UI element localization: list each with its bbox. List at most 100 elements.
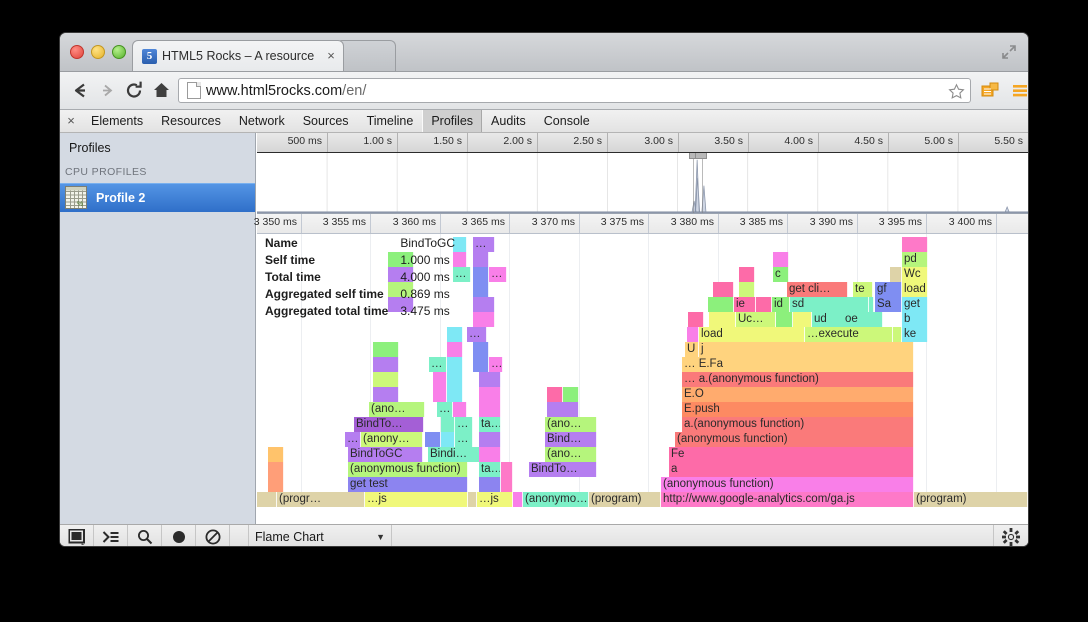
flame-bar-unlabeled[interactable] xyxy=(473,342,489,357)
flame-bar[interactable]: get xyxy=(902,297,928,312)
flame-bar[interactable]: BindTo… xyxy=(529,462,597,477)
flame-chart[interactable]: (progr……js…js(anonymo…(program)http://ww… xyxy=(257,234,1028,507)
flame-bar-unlabeled[interactable] xyxy=(845,297,869,312)
reload-icon[interactable] xyxy=(122,78,147,103)
flame-bar[interactable]: oe xyxy=(843,312,883,327)
extension-icon[interactable] xyxy=(978,78,1002,103)
flame-bar-unlabeled[interactable] xyxy=(373,357,399,372)
bookmark-star-icon[interactable] xyxy=(948,83,965,100)
flame-bar[interactable]: … xyxy=(455,432,473,447)
flame-bar-unlabeled[interactable] xyxy=(756,297,772,312)
flame-bar-unlabeled[interactable] xyxy=(739,282,755,297)
flame-bar[interactable]: … xyxy=(437,402,453,417)
flame-bar[interactable]: http://www.google-analytics.com/ga.js xyxy=(661,492,914,507)
flame-bar[interactable]: … xyxy=(455,417,473,432)
search-icon[interactable] xyxy=(128,525,162,546)
hamburger-menu-icon[interactable] xyxy=(1008,78,1028,103)
flame-bar[interactable]: (anonymous function) xyxy=(675,432,914,447)
flame-bar-unlabeled[interactable] xyxy=(793,312,812,327)
flame-bar-unlabeled[interactable] xyxy=(447,372,463,387)
flame-bar[interactable]: (progr… xyxy=(277,492,365,507)
flame-bar[interactable]: get test xyxy=(348,477,468,492)
flame-bar-unlabeled[interactable] xyxy=(547,387,563,402)
maximize-icon[interactable] xyxy=(1000,43,1018,61)
flame-bar[interactable]: Fe xyxy=(669,447,914,462)
tab-timeline[interactable]: Timeline xyxy=(358,110,423,132)
flame-bar[interactable]: … xyxy=(489,357,503,372)
flame-bar[interactable]: … a.(anonymous function) xyxy=(682,372,914,387)
dock-to-side-icon[interactable] xyxy=(60,525,94,546)
flame-bar-unlabeled[interactable] xyxy=(687,327,699,342)
flame-bar[interactable]: c xyxy=(773,267,789,282)
flame-bar-unlabeled[interactable] xyxy=(479,402,501,417)
flame-bar-unlabeled[interactable] xyxy=(425,432,441,447)
flame-bar[interactable]: Sa xyxy=(875,297,902,312)
flame-bar-unlabeled[interactable] xyxy=(441,417,455,432)
forward-arrow-icon[interactable] xyxy=(95,78,120,103)
flame-bar[interactable]: (program) xyxy=(914,492,1028,507)
flame-bar[interactable]: ta… xyxy=(479,417,501,432)
home-icon[interactable] xyxy=(149,78,174,103)
flame-bar-unlabeled[interactable] xyxy=(257,492,277,507)
flame-bar[interactable]: (ano… xyxy=(545,447,597,462)
flame-bar-unlabeled[interactable] xyxy=(688,312,704,327)
devtools-close-icon[interactable]: × xyxy=(60,110,82,132)
flame-bar-unlabeled[interactable] xyxy=(713,282,734,297)
window-minimize-button[interactable] xyxy=(91,45,105,59)
flame-bar-unlabeled[interactable] xyxy=(453,402,467,417)
flame-bar[interactable]: E.O xyxy=(682,387,914,402)
show-console-icon[interactable] xyxy=(94,525,128,546)
sidebar-item-profile-2[interactable]: % Profile 2 xyxy=(60,183,255,212)
profile-overview-chart[interactable] xyxy=(257,153,1028,214)
view-mode-select[interactable]: Flame Chart ▼ xyxy=(249,525,392,546)
flame-bar-unlabeled[interactable] xyxy=(447,387,463,402)
flame-bar[interactable]: …execute xyxy=(805,327,893,342)
flame-bar-unlabeled[interactable] xyxy=(447,357,463,372)
flame-bar[interactable]: (anonymous function) xyxy=(661,477,914,492)
flame-bar[interactable]: (ano… xyxy=(545,417,597,432)
overview-selection-window[interactable] xyxy=(694,153,702,213)
flame-bar[interactable]: (anony… xyxy=(361,432,423,447)
new-tab-button[interactable] xyxy=(336,40,396,71)
tab-resources[interactable]: Resources xyxy=(152,110,230,132)
tab-profiles[interactable]: Profiles xyxy=(422,110,482,132)
tab-elements[interactable]: Elements xyxy=(82,110,152,132)
flame-bar-unlabeled[interactable] xyxy=(501,462,513,477)
flame-bar[interactable]: …js xyxy=(477,492,513,507)
flame-bar[interactable]: BindToGC xyxy=(348,447,423,462)
flame-bar[interactable]: (anonymous function) xyxy=(348,462,468,477)
flame-bar-unlabeled[interactable] xyxy=(373,372,399,387)
flame-bar[interactable]: ke xyxy=(902,327,928,342)
flame-bar-unlabeled[interactable] xyxy=(268,447,284,462)
flame-bar[interactable]: load xyxy=(902,282,928,297)
flame-bar-unlabeled[interactable] xyxy=(709,312,736,327)
window-close-button[interactable] xyxy=(70,45,84,59)
flame-bar[interactable]: (anonymo… xyxy=(523,492,589,507)
flame-bar-unlabeled[interactable] xyxy=(479,432,501,447)
flame-bar-unlabeled[interactable] xyxy=(373,342,399,357)
browser-tab-active[interactable]: 5 HTML5 Rocks – A resource × xyxy=(132,40,344,71)
flame-bar-unlabeled[interactable] xyxy=(447,342,463,357)
flame-bar[interactable]: Bind… xyxy=(545,432,597,447)
flame-bar[interactable]: Bindi… xyxy=(428,447,480,462)
flame-bar-unlabeled[interactable] xyxy=(433,387,447,402)
flame-bar[interactable]: te xyxy=(853,282,873,297)
flame-bar-unlabeled[interactable] xyxy=(479,387,501,402)
flame-bar-unlabeled[interactable] xyxy=(441,432,455,447)
gear-icon[interactable] xyxy=(993,525,1028,546)
flame-bar[interactable]: a xyxy=(669,462,914,477)
flame-bar-unlabeled[interactable] xyxy=(479,447,501,462)
flame-bar-unlabeled[interactable] xyxy=(563,387,579,402)
flame-bar[interactable]: ta… xyxy=(479,462,501,477)
flame-bar[interactable]: Wc xyxy=(902,267,928,282)
flame-bar-unlabeled[interactable] xyxy=(893,327,902,342)
flame-bar-unlabeled[interactable] xyxy=(268,477,284,492)
flame-bar[interactable]: E.push xyxy=(682,402,914,417)
flame-bar[interactable]: a.(anonymous function) xyxy=(682,417,914,432)
flame-bar-unlabeled[interactable] xyxy=(708,297,734,312)
flame-bar-unlabeled[interactable] xyxy=(479,372,501,387)
flame-bar-unlabeled[interactable] xyxy=(373,387,399,402)
flame-bar-unlabeled[interactable] xyxy=(479,477,501,492)
flame-bar-unlabeled[interactable] xyxy=(513,492,523,507)
flame-bar[interactable]: gf xyxy=(875,282,902,297)
